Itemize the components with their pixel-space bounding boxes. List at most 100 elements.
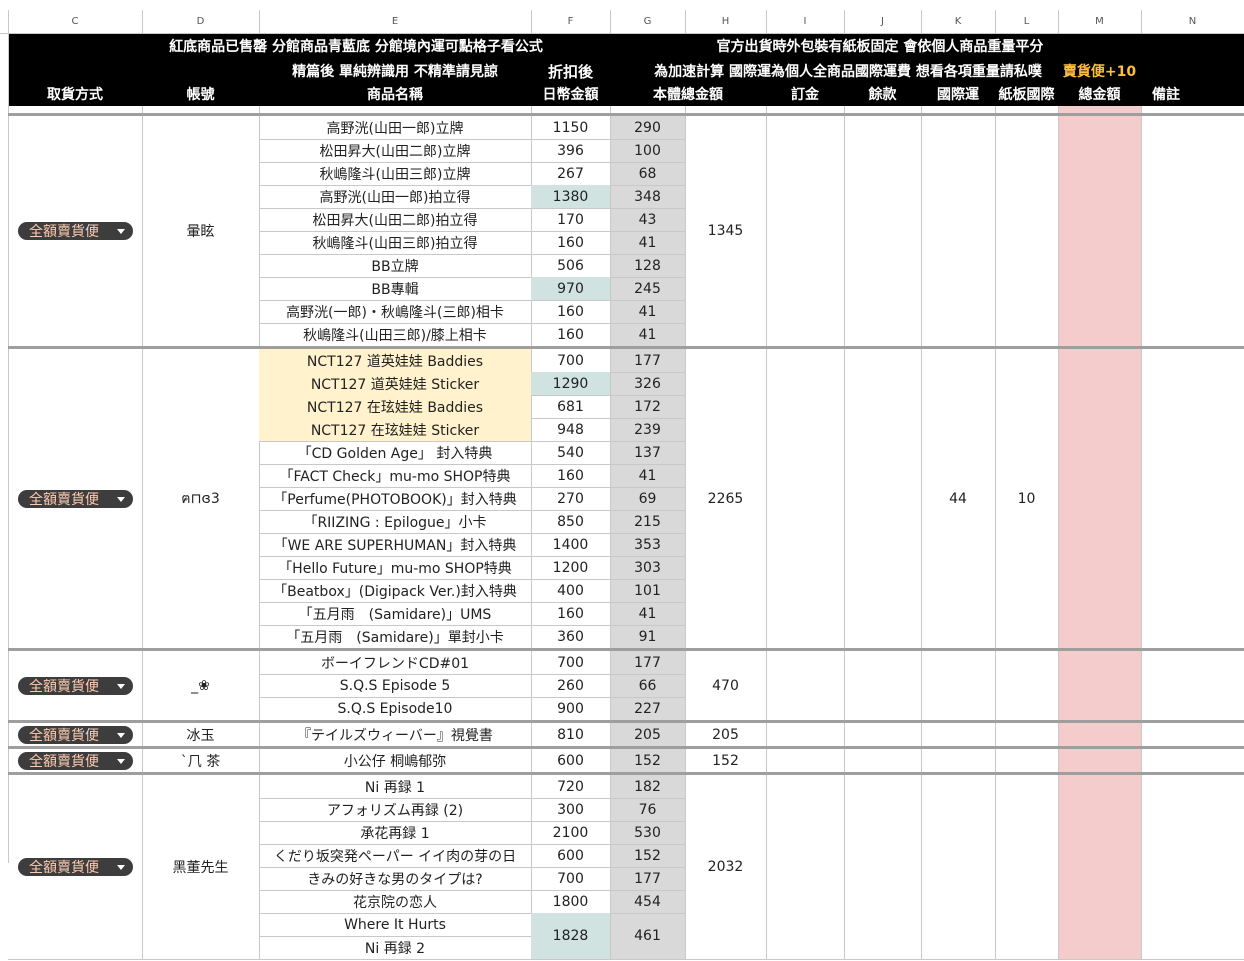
base-amount-cell[interactable]: 137 <box>610 441 685 464</box>
column-letter-G[interactable]: G <box>610 10 685 34</box>
jpy-amount-cell[interactable]: 267 <box>531 162 610 185</box>
jpy-amount-cell[interactable]: 396 <box>531 139 610 162</box>
item-name-cell[interactable]: 花京院の恋人 <box>259 890 531 913</box>
base-amount-cell[interactable]: 303 <box>610 556 685 579</box>
base-amount-cell[interactable]: 76 <box>610 798 685 821</box>
base-amount-cell[interactable]: 530 <box>610 821 685 844</box>
column-letter-K[interactable]: K <box>921 10 995 34</box>
jpy-amount-cell[interactable]: 1290 <box>531 372 610 395</box>
pickup-method-dropdown[interactable]: 全額賣貨便 <box>18 725 133 744</box>
base-amount-cell[interactable]: 177 <box>610 867 685 890</box>
jpy-amount-cell[interactable]: 1400 <box>531 533 610 556</box>
column-letter-F[interactable]: F <box>531 10 610 34</box>
item-name-cell[interactable]: NCT127 在玹娃娃 Baddies <box>259 395 531 418</box>
board-intl-cell[interactable]: 10 <box>995 349 1058 648</box>
jpy-amount-cell[interactable]: 1380 <box>531 185 610 208</box>
jpy-amount-cell[interactable]: 160 <box>531 231 610 254</box>
jpy-amount-cell[interactable]: 300 <box>531 798 610 821</box>
jpy-amount-cell[interactable]: 400 <box>531 579 610 602</box>
base-amount-cell[interactable]: 177 <box>610 349 685 372</box>
item-name-cell[interactable]: 松田昇大(山田二郎)拍立得 <box>259 208 531 231</box>
base-amount-cell[interactable]: 227 <box>610 697 685 720</box>
pickup-method-dropdown[interactable]: 全額賣貨便 <box>18 858 133 876</box>
column-letter-M[interactable]: M <box>1058 10 1141 34</box>
pickup-method-dropdown[interactable]: 全額賣貨便 <box>18 222 133 240</box>
jpy-amount-cell[interactable]: 170 <box>531 208 610 231</box>
jpy-amount-cell[interactable]: 1828 <box>531 913 610 959</box>
base-amount-cell[interactable]: 66 <box>610 674 685 697</box>
base-amount-cell[interactable]: 69 <box>610 487 685 510</box>
base-amount-cell[interactable]: 353 <box>610 533 685 556</box>
column-letter-J[interactable]: J <box>844 10 921 34</box>
jpy-amount-cell[interactable]: 1200 <box>531 556 610 579</box>
base-amount-cell[interactable]: 290 <box>610 116 685 139</box>
item-name-cell[interactable]: 承花再録 1 <box>259 821 531 844</box>
jpy-amount-cell[interactable]: 160 <box>531 602 610 625</box>
item-name-cell[interactable]: 「五月雨 (Samidare)」UMS <box>259 602 531 625</box>
base-amount-cell[interactable]: 128 <box>610 254 685 277</box>
item-name-cell[interactable]: 「WE ARE SUPERHUMAN」封入特典 <box>259 533 531 556</box>
item-name-cell[interactable]: BB專輯 <box>259 277 531 300</box>
item-name-cell[interactable]: 秋嶋隆斗(山田三郎)/膝上相卡 <box>259 323 531 346</box>
item-name-cell[interactable]: 松田昇大(山田二郎)立牌 <box>259 139 531 162</box>
jpy-amount-cell[interactable]: 948 <box>531 418 610 441</box>
pickup-method-dropdown[interactable]: 全額賣貨便 <box>18 489 133 508</box>
group-total-cell[interactable]: 2265 <box>685 349 766 648</box>
base-amount-cell[interactable]: 43 <box>610 208 685 231</box>
account-cell[interactable]: ˋ⺇ 茶 <box>142 749 259 772</box>
jpy-amount-cell[interactable]: 160 <box>531 323 610 346</box>
column-letter-H[interactable]: H <box>685 10 766 34</box>
item-name-cell[interactable]: 「RIIZING : Epilogue」小卡 <box>259 510 531 533</box>
base-amount-cell[interactable]: 152 <box>610 749 685 772</box>
account-cell[interactable]: ฅ⊓ɞ3 <box>142 349 259 648</box>
item-name-cell[interactable]: S.Q.S Episode 5 <box>259 674 531 697</box>
jpy-amount-cell[interactable]: 850 <box>531 510 610 533</box>
base-amount-cell[interactable]: 461 <box>610 913 685 959</box>
group-total-cell[interactable]: 152 <box>685 749 766 772</box>
base-amount-cell[interactable]: 205 <box>610 723 685 746</box>
item-name-cell[interactable]: 高野洸(山田一郎)立牌 <box>259 116 531 139</box>
account-cell[interactable]: _❀ <box>142 651 259 720</box>
item-name-cell[interactable]: くだり坂突発ペーパー イイ肉の芽の日 <box>259 844 531 867</box>
pickup-method-dropdown[interactable]: 全額賣貨便 <box>18 676 133 695</box>
base-amount-cell[interactable]: 182 <box>610 775 685 798</box>
column-letter-D[interactable]: D <box>142 10 259 34</box>
jpy-amount-cell[interactable]: 2100 <box>531 821 610 844</box>
item-name-cell[interactable]: 「FACT Check」mu-mo SHOP特典 <box>259 464 531 487</box>
item-name-cell[interactable]: 『テイルズウィーバー』視覺書 <box>259 723 531 746</box>
base-amount-cell[interactable]: 68 <box>610 162 685 185</box>
jpy-amount-cell[interactable]: 1150 <box>531 116 610 139</box>
jpy-amount-cell[interactable]: 506 <box>531 254 610 277</box>
jpy-amount-cell[interactable]: 900 <box>531 697 610 720</box>
account-cell[interactable]: 暈眩 <box>142 116 259 346</box>
base-amount-cell[interactable]: 101 <box>610 579 685 602</box>
item-name-cell[interactable]: NCT127 道英娃娃 Baddies <box>259 349 531 372</box>
account-cell[interactable]: 黑董先生 <box>142 775 259 959</box>
item-name-cell[interactable]: きみの好きな男のタイプは? <box>259 867 531 890</box>
item-name-cell[interactable]: 秋嶋隆斗(山田三郎)拍立得 <box>259 231 531 254</box>
base-amount-cell[interactable]: 172 <box>610 395 685 418</box>
item-name-cell[interactable]: S.Q.S Episode10 <box>259 697 531 720</box>
jpy-amount-cell[interactable]: 700 <box>531 651 610 674</box>
base-amount-cell[interactable]: 100 <box>610 139 685 162</box>
base-amount-cell[interactable]: 41 <box>610 602 685 625</box>
item-name-cell[interactable]: 「Beatbox」(Digipack Ver.)封入特典 <box>259 579 531 602</box>
column-letter-C[interactable]: C <box>8 10 142 34</box>
item-name-cell[interactable]: 「五月雨 (Samidare)」單封小卡 <box>259 625 531 648</box>
item-name-cell[interactable]: 小公仔 桐嶋郁弥 <box>259 749 531 772</box>
base-amount-cell[interactable]: 177 <box>610 651 685 674</box>
item-name-cell[interactable]: 「Perfume(PHOTOBOOK)」封入特典 <box>259 487 531 510</box>
jpy-amount-cell[interactable]: 270 <box>531 487 610 510</box>
jpy-amount-cell[interactable]: 260 <box>531 674 610 697</box>
jpy-amount-cell[interactable]: 720 <box>531 775 610 798</box>
column-letter-N[interactable]: N <box>1141 10 1244 34</box>
jpy-amount-cell[interactable]: 700 <box>531 349 610 372</box>
column-letter-E[interactable]: E <box>259 10 531 34</box>
item-name-cell[interactable]: Ni 再録 1 <box>259 775 531 798</box>
base-amount-cell[interactable]: 454 <box>610 890 685 913</box>
base-amount-cell[interactable]: 348 <box>610 185 685 208</box>
item-name-cell[interactable]: 秋嶋隆斗(山田三郎)立牌 <box>259 162 531 185</box>
base-amount-cell[interactable]: 41 <box>610 323 685 346</box>
base-amount-cell[interactable]: 41 <box>610 464 685 487</box>
jpy-amount-cell[interactable]: 970 <box>531 277 610 300</box>
